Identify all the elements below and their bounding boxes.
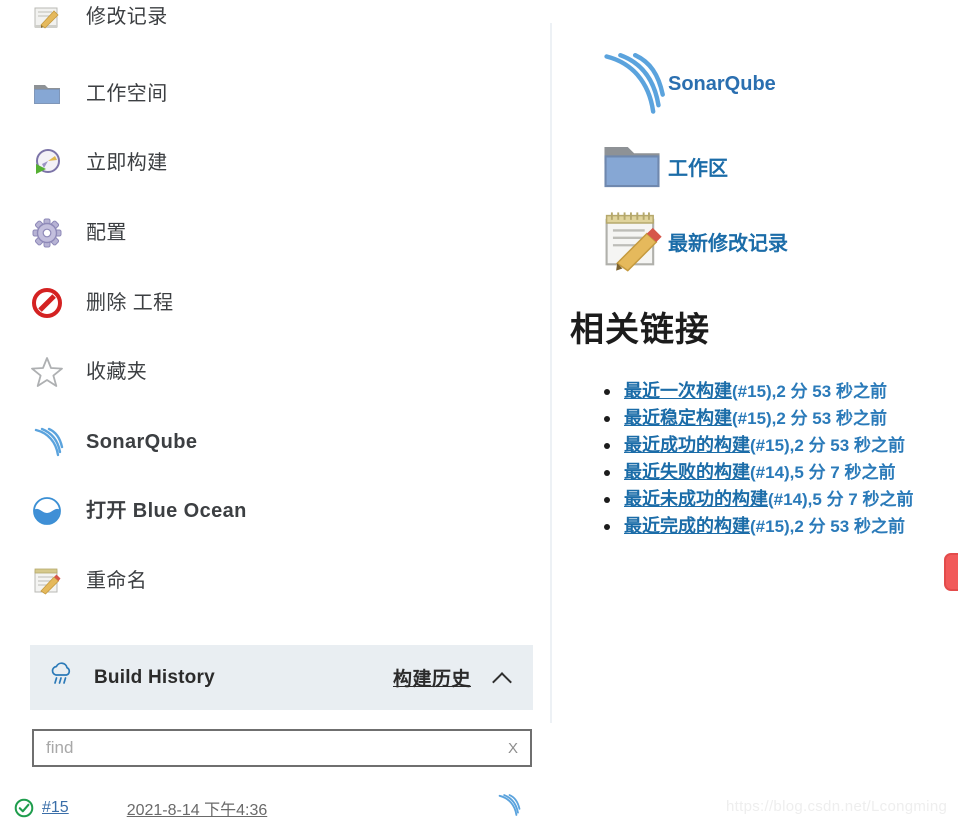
related-links-list: 最近一次构建(#15),2 分 53 秒之前 最近稳定构建(#15),2 分 5…: [596, 378, 958, 540]
build-now-icon: [30, 146, 64, 180]
list-item[interactable]: 最近未成功的构建(#14),5 分 7 秒之前: [596, 486, 958, 513]
build-history-cn-link[interactable]: 构建历史: [393, 664, 471, 691]
main-link-label: 最新修改记录: [668, 232, 788, 255]
main-link-workspace[interactable]: 工作区: [596, 130, 728, 202]
related-link[interactable]: 最近成功的构建: [624, 435, 750, 455]
sonarqube-icon: [596, 48, 668, 120]
main-link-label: 工作区: [668, 157, 728, 180]
related-link-meta: (#15),2 分 53 秒之前: [750, 436, 905, 455]
rename-notepad-icon: [30, 564, 64, 598]
build-number-link[interactable]: #15: [42, 799, 69, 817]
related-link-meta: (#15),2 分 53 秒之前: [732, 409, 887, 428]
sonarqube-icon[interactable]: [495, 792, 521, 823]
sidebar-item-favorites[interactable]: 收藏夹: [30, 347, 530, 397]
list-item[interactable]: 最近完成的构建(#15),2 分 53 秒之前: [596, 513, 958, 540]
related-link[interactable]: 最近一次构建: [624, 381, 732, 401]
close-icon[interactable]: X: [508, 740, 530, 757]
main-link-sonarqube[interactable]: SonarQube: [596, 48, 776, 120]
folder-icon: [596, 130, 668, 202]
cloud-rain-icon: [48, 662, 76, 693]
search-input[interactable]: [34, 731, 508, 765]
star-icon: [30, 355, 64, 389]
sidebar-item-sonarqube[interactable]: SonarQube: [30, 417, 530, 467]
gear-icon: [30, 216, 64, 250]
sidebar-item-blue-ocean[interactable]: 打开 Blue Ocean: [30, 486, 530, 536]
list-item[interactable]: 最近失败的构建(#14),5 分 7 秒之前: [596, 459, 958, 486]
main-link-label: SonarQube: [668, 72, 776, 95]
list-item[interactable]: 最近成功的构建(#15),2 分 53 秒之前: [596, 432, 958, 459]
sidebar-panel: 修改记录 工作空间 立即构建 配置 删除 工程 收藏夹 SonarQube 打开…: [0, 0, 550, 828]
sidebar-item-label: 立即构建: [86, 152, 168, 174]
sidebar-item-changes[interactable]: 修改记录: [30, 0, 530, 42]
delete-forbidden-icon: [30, 286, 64, 320]
sidebar-item-workspace[interactable]: 工作空间: [30, 69, 530, 119]
jenkins-job-page: 修改记录 工作空间 立即构建 配置 删除 工程 收藏夹 SonarQube 打开…: [0, 0, 958, 828]
page-title: 相关链接: [570, 311, 710, 349]
sidebar-item-label: 删除 工程: [86, 292, 174, 314]
sidebar-item-label: 工作空间: [86, 83, 168, 105]
related-link[interactable]: 最近未成功的构建: [624, 489, 768, 509]
sidebar-item-configure[interactable]: 配置: [30, 208, 530, 258]
success-check-icon: [14, 798, 34, 818]
main-link-latest-changes[interactable]: 最新修改记录: [596, 205, 788, 277]
sidebar-item-delete-project[interactable]: 删除 工程: [30, 278, 530, 328]
build-history-header[interactable]: Build History 构建历史: [30, 645, 533, 710]
list-item[interactable]: 最近稳定构建(#15),2 分 53 秒之前: [596, 405, 958, 432]
build-date-link[interactable]: 2021-8-14 下午4:36: [127, 796, 268, 820]
sidebar-item-label: 打开 Blue Ocean: [86, 500, 247, 522]
red-rounded-marker: [944, 553, 958, 591]
sidebar-item-label: 配置: [86, 222, 127, 244]
sidebar-item-label: 修改记录: [86, 6, 168, 28]
build-history-title: Build History: [94, 666, 215, 688]
related-link-meta: (#15),2 分 53 秒之前: [750, 517, 905, 536]
blue-ocean-icon: [30, 494, 64, 528]
sonarqube-icon: [30, 425, 64, 459]
notepad-pencil-icon: [596, 205, 668, 277]
related-link[interactable]: 最近完成的构建: [624, 516, 750, 536]
related-link[interactable]: 最近稳定构建: [624, 408, 732, 428]
chevron-up-icon[interactable]: [493, 668, 513, 688]
sidebar-item-label: 收藏夹: [86, 361, 148, 383]
related-link-meta: (#14),5 分 7 秒之前: [768, 490, 914, 509]
list-item[interactable]: 最近一次构建(#15),2 分 53 秒之前: [596, 378, 958, 405]
sidebar-item-label: SonarQube: [86, 431, 198, 453]
sidebar-item-label: 重命名: [86, 570, 148, 592]
related-link-meta: (#14),5 分 7 秒之前: [750, 463, 896, 482]
notepad-pencil-icon: [30, 0, 64, 34]
watermark-text: https://blog.csdn.net/Lcongming: [726, 798, 948, 815]
sidebar-item-build-now[interactable]: 立即构建: [30, 138, 530, 188]
sidebar-item-rename[interactable]: 重命名: [30, 556, 530, 606]
related-link[interactable]: 最近失败的构建: [624, 462, 750, 482]
related-link-meta: (#15),2 分 53 秒之前: [732, 382, 887, 401]
table-row[interactable]: #15 2021-8-14 下午4:36: [10, 787, 533, 828]
folder-icon: [30, 77, 64, 111]
build-find-box[interactable]: X: [32, 729, 532, 767]
